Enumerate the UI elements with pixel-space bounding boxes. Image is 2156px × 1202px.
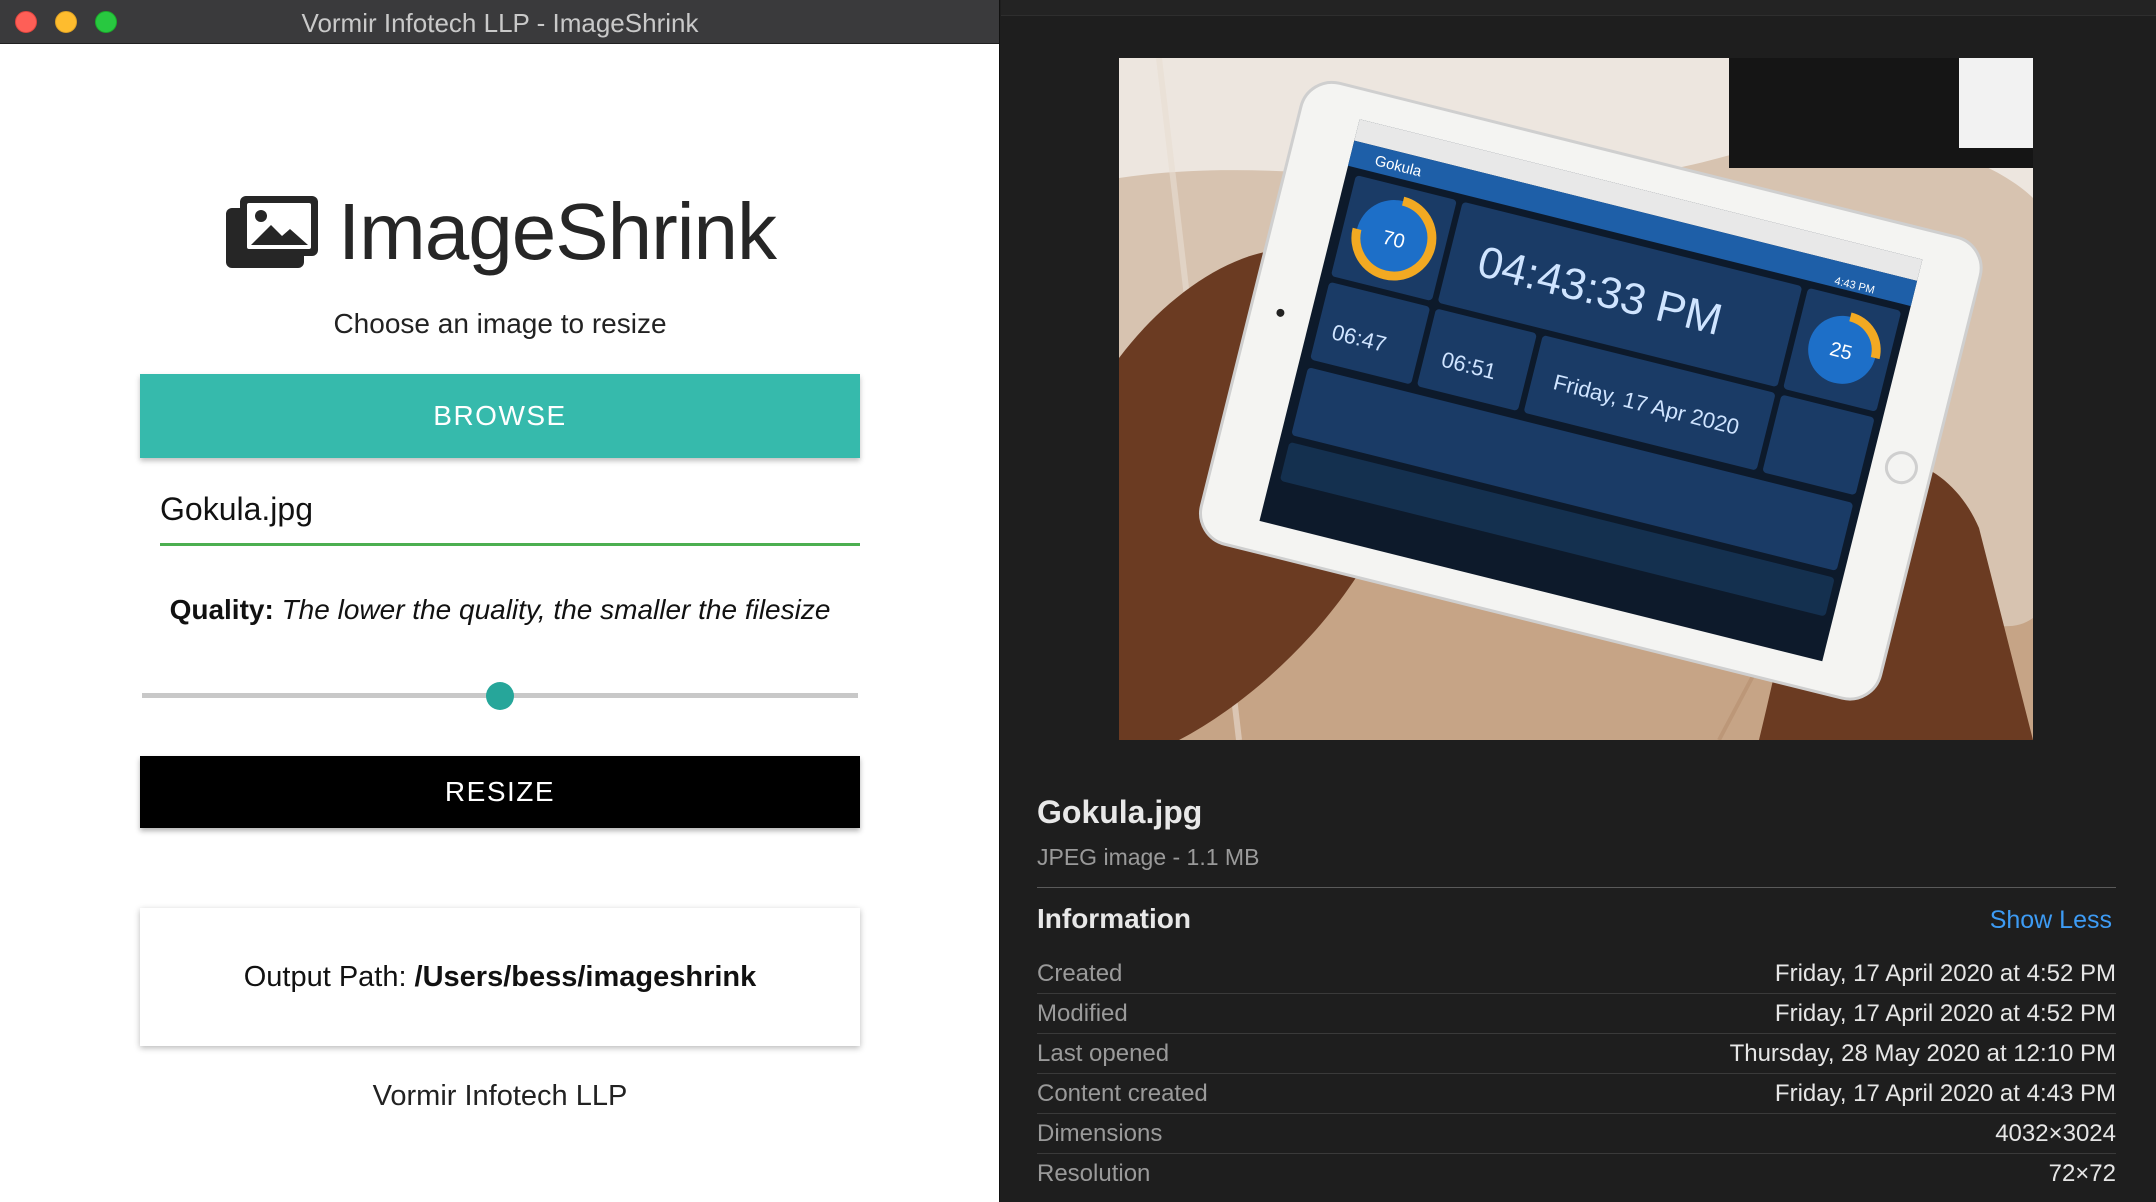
quality-label: Quality: The lower the quality, the smal…	[0, 594, 999, 626]
footer-company: Vormir Infotech LLP	[372, 1080, 628, 1112]
slider-thumb[interactable]	[486, 682, 514, 710]
output-path-value: /Users/bess/imageshrink	[414, 960, 757, 993]
output-path-card: Output Path: /Users/bess/imageshrink	[140, 908, 860, 1046]
info-key: Dimensions	[1037, 1119, 1163, 1147]
info-key: Last opened	[1037, 1039, 1170, 1067]
app-window: Vormir Infotech LLP - ImageShrink ImageS…	[0, 0, 1000, 1202]
info-key: Created	[1037, 959, 1123, 987]
output-path-label: Output Path:	[243, 960, 407, 993]
show-less-link[interactable]: Show Less	[1990, 906, 2112, 935]
info-row-last-opened: Last opened Thursday, 28 May 2020 at 12:…	[1037, 1034, 2116, 1074]
instruction-text: Choose an image to resize	[333, 308, 667, 339]
resize-button[interactable]: RESIZE	[140, 756, 860, 828]
divider	[1037, 887, 2116, 888]
file-title: Gokula.jpg	[1037, 794, 1203, 830]
info-row-resolution: Resolution 72×72	[1037, 1154, 2116, 1194]
window-title: Vormir Infotech LLP - ImageShrink	[301, 8, 699, 38]
info-value: Friday, 17 April 2020 at 4:43 PM	[1774, 1079, 2116, 1107]
info-row-dimensions: Dimensions 4032×3024	[1037, 1114, 2116, 1154]
info-value: 4032×3024	[1995, 1119, 2116, 1147]
file-kind: JPEG image - 1.1 MB	[1037, 844, 1260, 870]
app-logo: ImageShrink	[0, 182, 999, 282]
info-row-modified: Modified Friday, 17 April 2020 at 4:52 P…	[1037, 994, 2116, 1034]
information-header: Information	[1037, 903, 1191, 934]
preview-photo: Gokula 4:43 PM 04:43:33 PM Friday, 17 Ap…	[1119, 58, 2033, 740]
title-bar: Vormir Infotech LLP - ImageShrink	[0, 0, 999, 44]
info-value: Friday, 17 April 2020 at 4:52 PM	[1774, 959, 2116, 987]
info-value: Thursday, 28 May 2020 at 12:10 PM	[1729, 1039, 2116, 1067]
info-row-content-created: Content created Friday, 17 April 2020 at…	[1037, 1074, 2116, 1114]
quality-slider[interactable]	[142, 676, 858, 716]
quality-title: Quality:	[169, 594, 274, 625]
app-name: ImageShrink	[337, 187, 777, 276]
panel-top-bar	[1001, 0, 2156, 16]
info-value: 72×72	[2048, 1160, 2116, 1187]
info-key: Resolution	[1037, 1160, 1151, 1187]
images-icon	[225, 196, 318, 268]
file-name-field[interactable]: Gokula.jpg	[160, 476, 860, 546]
image-preview: Gokula 4:43 PM 04:43:33 PM Friday, 17 Ap…	[1119, 58, 2033, 740]
info-row-created: Created Friday, 17 April 2020 at 4:52 PM	[1037, 954, 2116, 994]
info-value: Friday, 17 April 2020 at 4:52 PM	[1774, 999, 2116, 1027]
browse-button[interactable]: BROWSE	[140, 374, 860, 458]
information-list: Created Friday, 17 April 2020 at 4:52 PM…	[1037, 954, 2116, 1194]
quality-hint: The lower the quality, the smaller the f…	[281, 594, 831, 625]
info-key: Modified	[1037, 999, 1128, 1027]
info-key: Content created	[1037, 1079, 1208, 1107]
finder-preview-panel: Gokula 4:43 PM 04:43:33 PM Friday, 17 Ap…	[1001, 0, 2156, 1202]
